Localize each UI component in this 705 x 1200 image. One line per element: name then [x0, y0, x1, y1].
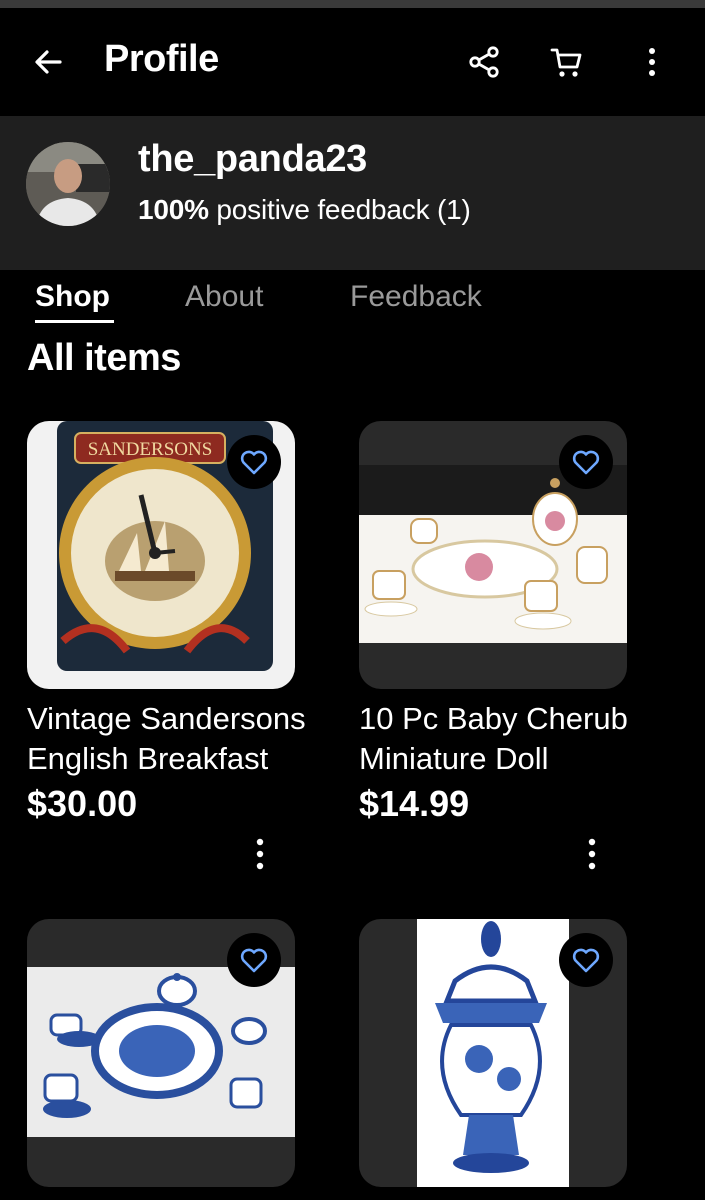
cart-button[interactable] — [544, 40, 588, 84]
more-vertical-icon — [588, 838, 596, 870]
svg-text:SANDERSONS: SANDERSONS — [88, 439, 213, 460]
heart-icon — [240, 450, 268, 475]
listing-card[interactable]: SANDERSONS Vintage Sandersons English Br… — [27, 421, 306, 870]
share-button[interactable] — [462, 40, 506, 84]
listing-more-options-button[interactable] — [577, 829, 607, 879]
listing-image[interactable] — [359, 919, 627, 1187]
avatar[interactable] — [26, 142, 110, 226]
cart-icon — [550, 48, 582, 77]
more-options-button[interactable] — [630, 40, 674, 84]
heart-icon — [572, 450, 600, 475]
active-tab-indicator — [35, 320, 114, 323]
listing-card[interactable]: 10 Pc Baby Cherub Miniature Doll $14.99 — [359, 421, 628, 870]
listing-price: $14.99 — [359, 783, 470, 824]
listing-card[interactable] — [359, 919, 627, 1187]
add-to-watchlist-button[interactable] — [559, 933, 613, 987]
add-to-watchlist-button[interactable] — [227, 435, 281, 489]
listing-title[interactable]: 10 Pc Baby Cherub Miniature Doll — [359, 699, 649, 779]
share-icon — [469, 46, 499, 78]
listing-more-options-button[interactable] — [245, 829, 275, 879]
tab-shop[interactable]: Shop — [35, 280, 110, 314]
profile-tabs: Shop About Feedback — [0, 270, 705, 330]
listing-title[interactable]: Vintage Sandersons English Breakfast — [27, 699, 317, 779]
more-vertical-icon — [649, 48, 655, 76]
seller-profile-header: the_panda23 100% positive feedback (1) — [0, 116, 705, 270]
more-vertical-icon — [256, 838, 264, 870]
tab-about[interactable]: About — [185, 280, 263, 314]
status-bar-strip — [0, 0, 705, 8]
listing-image[interactable] — [359, 421, 627, 689]
page-title: Profile — [104, 38, 219, 80]
back-arrow-icon — [35, 50, 62, 74]
listing-card[interactable] — [27, 919, 295, 1187]
heart-icon — [572, 948, 600, 973]
listing-image[interactable] — [27, 919, 295, 1187]
top-app-bar: Profile — [0, 8, 705, 116]
feedback-percent: 100% — [138, 194, 209, 225]
tab-feedback[interactable]: Feedback — [350, 280, 482, 314]
listing-image[interactable]: SANDERSONS — [27, 421, 295, 689]
add-to-watchlist-button[interactable] — [227, 933, 281, 987]
section-title: All items — [27, 337, 181, 379]
feedback-summary[interactable]: 100% positive feedback (1) — [138, 194, 471, 226]
add-to-watchlist-button[interactable] — [559, 435, 613, 489]
seller-username: the_panda23 — [138, 138, 368, 180]
listing-price: $30.00 — [27, 783, 138, 824]
feedback-text: positive feedback (1) — [216, 194, 471, 225]
back-button[interactable] — [26, 40, 70, 84]
heart-icon — [240, 948, 268, 973]
